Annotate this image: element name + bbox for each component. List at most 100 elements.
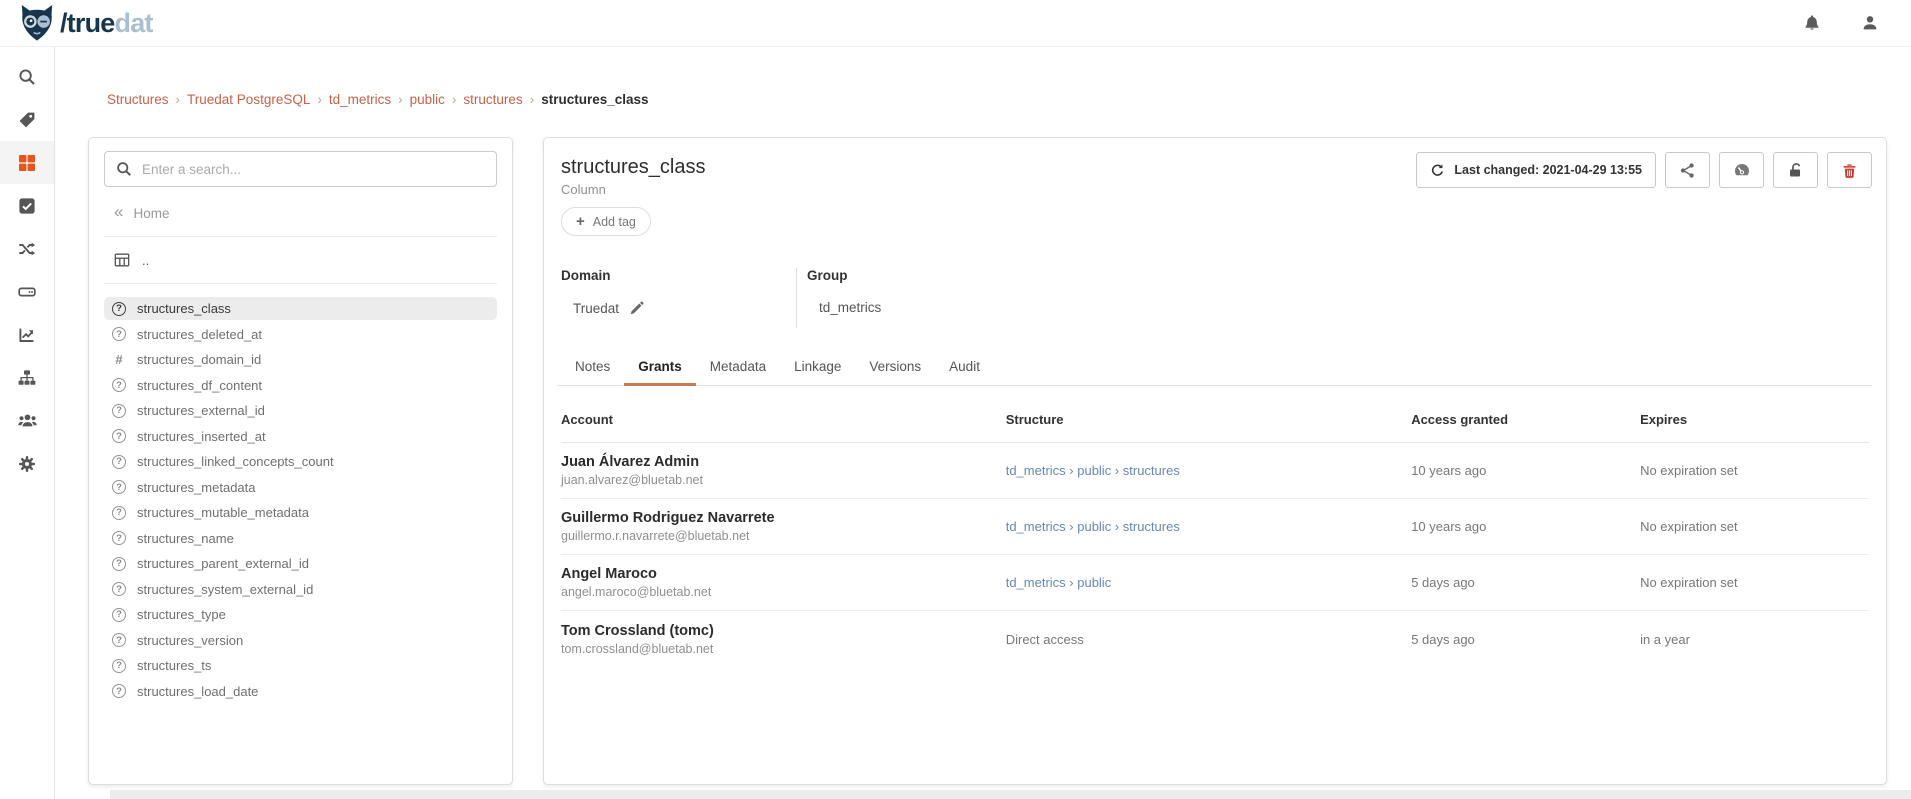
- list-item[interactable]: ?structures_metadata: [104, 476, 497, 499]
- sidebar-item-taxonomy[interactable]: [0, 356, 54, 399]
- logo-text: /truedat: [60, 8, 153, 39]
- tags-icon: [18, 111, 36, 129]
- delete-button[interactable]: [1827, 152, 1872, 188]
- tab-linkage[interactable]: Linkage: [780, 350, 855, 385]
- tab-grants[interactable]: Grants: [624, 350, 696, 385]
- question-circle-icon: ?: [112, 302, 126, 316]
- list-item[interactable]: ?structures_deleted_at: [104, 323, 497, 346]
- question-circle-icon: ?: [112, 378, 126, 392]
- breadcrumb-link[interactable]: structures: [463, 92, 522, 107]
- action-buttons: Last changed: 2021-04-29 13:55: [1416, 152, 1872, 188]
- list-item[interactable]: ?structures_class: [104, 297, 497, 320]
- truedat-logo[interactable]: /truedat: [18, 4, 153, 42]
- sidebar-item-dashboards[interactable]: [0, 313, 54, 356]
- account-email: tom.crossland@bluetab.net: [561, 642, 1006, 656]
- access-granted-cell: 5 days ago: [1411, 632, 1640, 647]
- structure-link[interactable]: td_metrics › public: [1006, 575, 1111, 590]
- grants-table-header: AccountStructureAccess grantedExpires: [561, 402, 1869, 443]
- list-item-label: structures_df_content: [137, 378, 262, 393]
- sidebar-item-settings[interactable]: [0, 442, 54, 485]
- sidebar-item-systems[interactable]: [0, 270, 54, 313]
- gauge-icon: [1733, 161, 1751, 179]
- list-item-label: structures_external_id: [137, 403, 265, 418]
- list-item[interactable]: ?structures_version: [104, 629, 497, 652]
- sidebar-item-tags[interactable]: [0, 98, 54, 141]
- question-circle-icon: ?: [112, 429, 126, 443]
- group-section: Group td_metrics: [796, 268, 881, 328]
- gear-icon: [18, 455, 36, 473]
- tab-audit[interactable]: Audit: [935, 350, 994, 385]
- add-tag-label: Add tag: [593, 215, 636, 229]
- list-item[interactable]: ?structures_type: [104, 603, 497, 626]
- tab-metadata[interactable]: Metadata: [696, 350, 780, 385]
- notifications-button[interactable]: [1803, 14, 1821, 32]
- unlock-button[interactable]: [1773, 152, 1818, 188]
- unlock-icon: [1787, 162, 1804, 179]
- question-circle-icon: ?: [112, 684, 126, 698]
- account-email: angel.maroco@bluetab.net: [561, 585, 1006, 599]
- last-changed-button[interactable]: Last changed: 2021-04-29 13:55: [1416, 152, 1656, 188]
- breadcrumb-link[interactable]: Truedat PostgreSQL: [187, 92, 310, 107]
- search-input[interactable]: [104, 151, 497, 187]
- check-square-icon: [18, 197, 36, 215]
- access-granted-cell: 10 years ago: [1411, 519, 1640, 534]
- account-name: Tom Crossland (tomc): [561, 623, 1006, 639]
- breadcrumb-separator: ›: [317, 92, 322, 107]
- tabs: NotesGrantsMetadataLinkageVersionsAudit: [558, 350, 1872, 386]
- account-name: Juan Álvarez Admin: [561, 454, 1006, 470]
- sidebar-item-search[interactable]: [0, 55, 54, 98]
- list-item-label: structures_metadata: [137, 480, 256, 495]
- table-row: Angel Marocoangel.maroco@bluetab.nettd_m…: [561, 555, 1869, 611]
- list-item[interactable]: ?structures_parent_external_id: [104, 552, 497, 575]
- sidebar-item-structures[interactable]: [0, 141, 54, 184]
- user-icon: [1861, 14, 1879, 32]
- question-circle-icon: ?: [112, 506, 126, 520]
- tab-versions[interactable]: Versions: [855, 350, 935, 385]
- account-cell: Tom Crossland (tomc) tom.crossland@blueta…: [561, 623, 1006, 656]
- parent-item-label: ..: [142, 253, 149, 268]
- home-link[interactable]: « Home: [114, 203, 497, 223]
- add-tag-button[interactable]: + Add tag: [561, 207, 651, 236]
- list-item[interactable]: ?structures_linked_concepts_count: [104, 450, 497, 473]
- list-item[interactable]: #structures_domain_id: [104, 348, 497, 371]
- column-header: Structure: [1006, 412, 1411, 427]
- structure-link[interactable]: td_metrics › public › structures: [1006, 519, 1180, 534]
- breadcrumb-link[interactable]: Structures: [107, 92, 169, 107]
- edit-domain-button[interactable]: [629, 300, 645, 316]
- structure-cell: Direct access: [1006, 632, 1411, 647]
- list-item[interactable]: ?structures_mutable_metadata: [104, 501, 497, 524]
- structure-link[interactable]: td_metrics › public › structures: [1006, 463, 1180, 478]
- nav-rail: [0, 47, 55, 799]
- domain-section: Domain Truedat: [561, 268, 796, 328]
- profiling-button[interactable]: [1719, 152, 1764, 188]
- sidebar-item-quality[interactable]: [0, 184, 54, 227]
- horizontal-scrollbar[interactable]: [110, 790, 1911, 799]
- last-changed-label: Last changed: 2021-04-29 13:55: [1454, 163, 1642, 177]
- list-item[interactable]: ?structures_ts: [104, 654, 497, 677]
- breadcrumb-link[interactable]: td_metrics: [329, 92, 391, 107]
- users-icon: [18, 411, 37, 430]
- list-item[interactable]: ? structures_df_content: [104, 374, 497, 397]
- list-item[interactable]: ?structures_external_id: [104, 399, 497, 422]
- list-item-label: structures_name: [137, 531, 234, 546]
- content-area: Structures›Truedat PostgreSQL›td_metrics…: [55, 47, 1911, 799]
- parent-structure-item[interactable]: ..: [114, 250, 497, 270]
- search-icon: [18, 68, 36, 86]
- question-circle-icon: ?: [112, 327, 126, 341]
- breadcrumb-link[interactable]: public: [410, 92, 445, 107]
- list-item[interactable]: ?structures_system_external_id: [104, 578, 497, 601]
- user-menu-button[interactable]: [1861, 14, 1879, 32]
- refresh-icon: [1430, 163, 1445, 178]
- tab-notes[interactable]: Notes: [561, 350, 624, 385]
- list-item-label: structures_type: [137, 607, 226, 622]
- access-granted-cell: 10 years ago: [1411, 463, 1640, 478]
- sidebar-item-lineage[interactable]: [0, 227, 54, 270]
- grants-table: AccountStructureAccess grantedExpires Ju…: [561, 402, 1869, 667]
- share-button[interactable]: [1665, 152, 1710, 188]
- list-item[interactable]: ?structures_name: [104, 527, 497, 550]
- account-cell: Guillermo Rodriguez Navarreteguillermo.r…: [561, 510, 1006, 543]
- list-item[interactable]: ?structures_load_date: [104, 680, 497, 703]
- sidebar-item-users[interactable]: [0, 399, 54, 442]
- list-item[interactable]: ?structures_inserted_at: [104, 425, 497, 448]
- top-bar: /truedat: [0, 0, 1911, 47]
